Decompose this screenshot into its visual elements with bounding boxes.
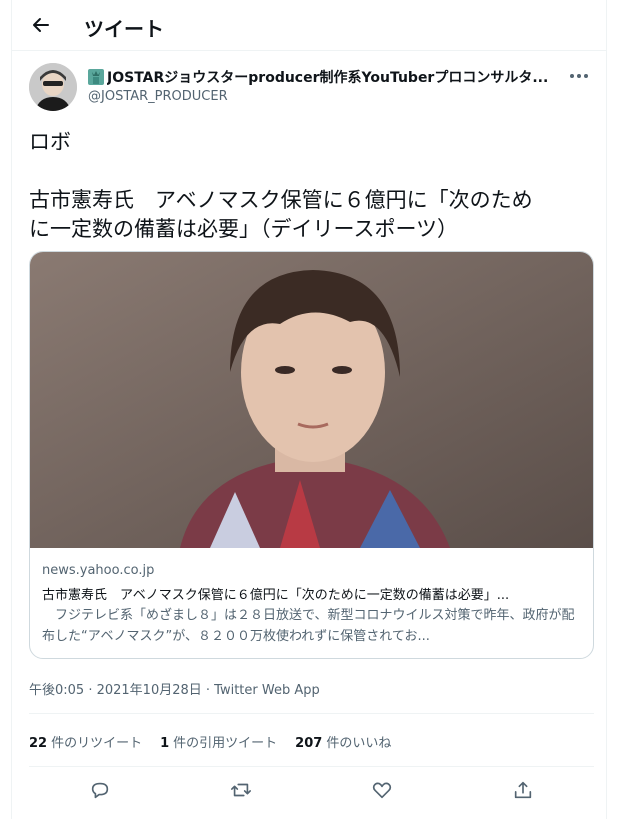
card-image [30, 252, 593, 548]
like-button[interactable] [367, 775, 397, 805]
share-icon [515, 781, 532, 799]
card-title: 古市憲寿氏 アベノマスク保管に６億円に「次のために一定数の備蓄は必要」... [42, 588, 510, 603]
quotes-label: 件の引用ツイート [173, 735, 278, 751]
card-domain: news.yahoo.co.jp [42, 563, 155, 578]
likes-stat[interactable]: 207 件のいいね [295, 732, 391, 751]
statue-of-liberty-icon [88, 69, 104, 85]
share-button[interactable] [508, 775, 538, 805]
tweet-timestamp[interactable]: 午後0:05 · 2021年10月28日 · Twitter Web App [29, 679, 320, 698]
tweet-actions [29, 775, 594, 805]
retweet-icon [230, 783, 251, 797]
more-button[interactable] [566, 66, 592, 86]
heart-icon [372, 782, 392, 799]
reply-icon [91, 782, 108, 799]
card-description: フジテレビ系「めざまし８」は２８日放送で、新型コロナウイルス対策で昨年、政府が配… [42, 608, 575, 644]
likes-count: 207 [295, 735, 323, 751]
retweets-stat[interactable]: 22 件のリツイート [29, 732, 142, 751]
divider [29, 713, 594, 714]
page-header: ツイート [12, 0, 606, 51]
retweets-label: 件のリツイート [51, 735, 143, 751]
more-horizontal-icon [570, 74, 588, 78]
link-card[interactable]: news.yahoo.co.jp 古市憲寿氏 アベノマスク保管に６億円に「次のた… [29, 251, 594, 659]
retweet-button[interactable] [226, 775, 256, 805]
quotes-count: 1 [160, 735, 170, 751]
avatar[interactable] [29, 63, 77, 111]
arrow-left-icon [33, 18, 49, 32]
back-button[interactable] [26, 10, 56, 40]
divider [29, 766, 594, 767]
retweets-count: 22 [29, 735, 48, 751]
reply-button[interactable] [85, 775, 115, 805]
author-name-row[interactable]: JOSTARジョウスターproducer制作系YouTuberプロコンサルタ..… [88, 67, 558, 87]
quotes-stat[interactable]: 1 件の引用ツイート [160, 732, 277, 751]
tweet-stats: 22 件のリツイート 1 件の引用ツイート 207 件のいいね [29, 731, 409, 751]
tweet-text: ロボ 古市憲寿氏 アベノマスク保管に６億円に「次のため に一定数の備蓄は必要」（… [29, 130, 533, 241]
author-handle[interactable]: @JOSTAR_PRODUCER [88, 89, 228, 104]
author-display-name[interactable]: JOSTARジョウスターproducer制作系YouTuberプロコンサルタ..… [107, 67, 548, 87]
avatar-image [29, 63, 77, 111]
tweet-page: ツイート JOSTARジョウスターproducer制作系YouTuberプロコン… [11, 0, 607, 819]
likes-label: 件のいいね [326, 735, 392, 751]
page-title: ツイート [84, 17, 164, 41]
